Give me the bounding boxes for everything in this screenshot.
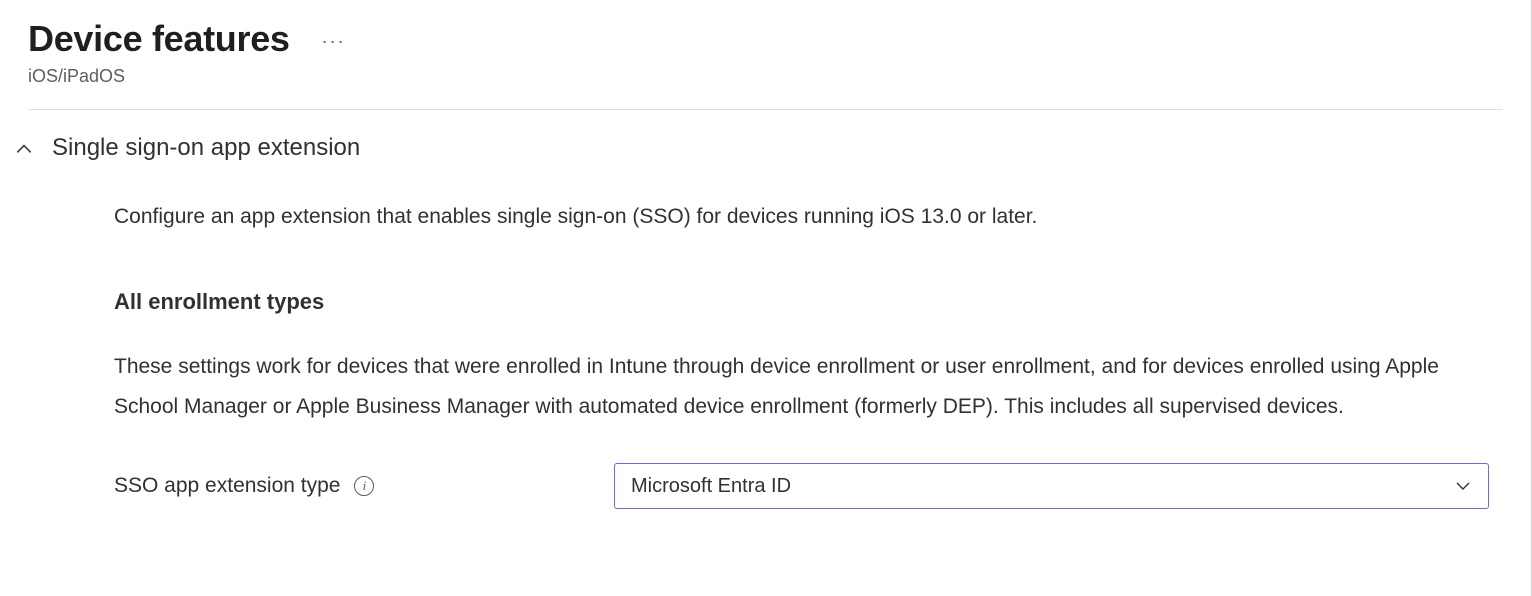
field-label-wrap: SSO app extension type i <box>114 474 614 498</box>
info-icon[interactable]: i <box>354 476 374 496</box>
chevron-down-icon <box>1454 477 1472 495</box>
section-title: Single sign-on app extension <box>52 134 360 162</box>
section-description: Configure an app extension that enables … <box>114 202 1503 231</box>
page-header: Device features ··· iOS/iPadOS <box>0 0 1531 99</box>
more-icon[interactable]: ··· <box>322 31 346 52</box>
sso-type-dropdown[interactable]: Microsoft Entra ID <box>614 463 1489 509</box>
content-area: Single sign-on app extension Configure a… <box>0 110 1531 509</box>
page-subtitle: iOS/iPadOS <box>28 66 1503 87</box>
section-body: Configure an app extension that enables … <box>114 202 1503 509</box>
sso-type-row: SSO app extension type i Microsoft Entra… <box>114 463 1503 509</box>
section-toggle[interactable]: Single sign-on app extension <box>14 134 1503 162</box>
chevron-up-icon <box>14 139 34 159</box>
page-title: Device features <box>28 18 290 60</box>
enrollment-types-description: These settings work for devices that wer… <box>114 347 1503 427</box>
enrollment-types-heading: All enrollment types <box>114 289 1503 315</box>
dropdown-value: Microsoft Entra ID <box>631 475 791 498</box>
title-row: Device features ··· <box>28 18 1503 60</box>
sso-type-label: SSO app extension type <box>114 474 340 498</box>
